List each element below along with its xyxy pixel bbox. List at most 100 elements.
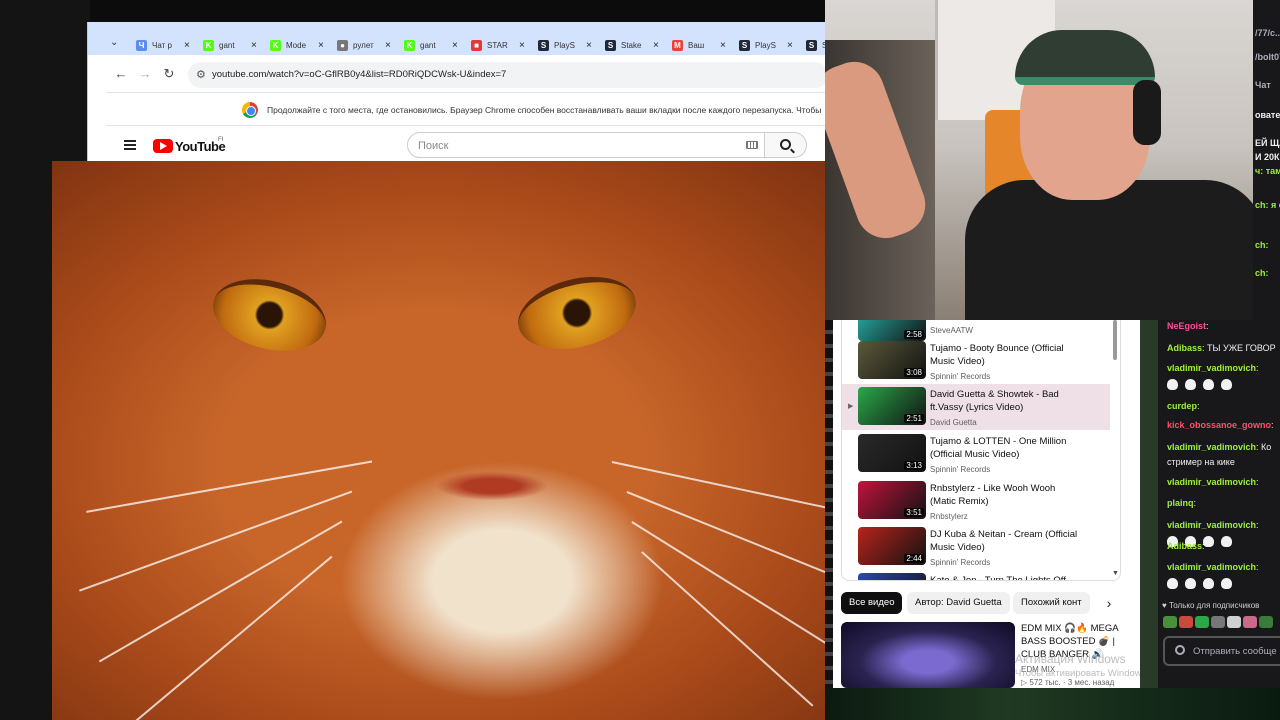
keyboard-icon[interactable] bbox=[746, 141, 758, 149]
chat-username[interactable]: curdep bbox=[1167, 401, 1197, 411]
playlist-thumbnail[interactable]: 2:44 bbox=[858, 527, 926, 565]
browser-tab[interactable]: Ч Чат р × bbox=[136, 36, 202, 55]
chat-message: Adibass: bbox=[1167, 541, 1205, 551]
playlist-item[interactable]: 3:08 Tujamo - Booty Bounce (Official Musi… bbox=[842, 338, 1110, 384]
playlist-channel[interactable]: David Guetta bbox=[930, 418, 977, 427]
recommended-thumbnail[interactable] bbox=[841, 622, 1015, 688]
video-duration: 2:51 bbox=[904, 414, 924, 423]
tab-close-icon[interactable]: × bbox=[318, 40, 324, 51]
tab-close-icon[interactable]: × bbox=[452, 40, 458, 51]
chat-username[interactable]: Adibass bbox=[1167, 343, 1202, 353]
duck-emote-icon bbox=[1203, 536, 1214, 548]
chat-username[interactable]: vladimir_vadimovich bbox=[1167, 363, 1256, 373]
duck-emote-icon bbox=[1185, 578, 1196, 590]
tab-close-icon[interactable]: × bbox=[251, 40, 257, 51]
browser-tab[interactable]: S PlayS × bbox=[538, 36, 604, 55]
chevron-right-icon[interactable]: › bbox=[1099, 592, 1119, 614]
playlist-title[interactable]: Kato & Jon - Turn The Lights Off bbox=[930, 574, 1078, 580]
video-duration: 3:13 bbox=[904, 461, 924, 470]
chat-username[interactable]: NeEgoist bbox=[1167, 321, 1206, 331]
tab-close-icon[interactable]: × bbox=[519, 40, 525, 51]
playlist-thumbnail[interactable] bbox=[858, 573, 926, 580]
video-duration: 3:51 bbox=[904, 508, 924, 517]
tab-close-icon[interactable]: × bbox=[586, 40, 592, 51]
chat-fragment: /77/c... bbox=[1255, 28, 1280, 38]
emote-icon[interactable] bbox=[1243, 616, 1257, 628]
tab-search-chevron-icon[interactable]: ⌄ bbox=[110, 37, 126, 53]
tab-close-icon[interactable]: × bbox=[720, 40, 726, 51]
browser-tab[interactable]: Kgant × bbox=[404, 36, 470, 55]
emote-icon[interactable] bbox=[1195, 616, 1209, 628]
chat-input[interactable]: Отправить сообще bbox=[1163, 636, 1280, 666]
chat-username[interactable]: vladimir_vadimovich bbox=[1167, 562, 1256, 572]
site-info-icon[interactable]: ⚙ bbox=[196, 68, 206, 81]
chat-username[interactable]: vladimir_vadimovich bbox=[1167, 477, 1256, 487]
scroll-down-icon[interactable]: ▼ bbox=[1112, 570, 1119, 577]
chat-message: curdep: bbox=[1167, 401, 1200, 411]
browser-tab[interactable]: ■ STAR × bbox=[471, 36, 537, 55]
playlist-item[interactable]: Kato & Jon - Turn The Lights Off bbox=[842, 570, 1110, 580]
chat-username[interactable]: vladimir_vadimovich bbox=[1167, 520, 1256, 530]
tab-close-icon[interactable]: × bbox=[787, 40, 793, 51]
browser-tab[interactable]: M Ваш × bbox=[672, 36, 738, 55]
tab-close-icon[interactable]: × bbox=[184, 40, 190, 51]
chat-panel-top: /77/c... /bolt07 Чат ователь ЕЙ ЩА И 20К ч: та… bbox=[1253, 0, 1280, 320]
playlist-title[interactable]: David Guetta & Showtek - Bad ft.Vassy (L… bbox=[930, 388, 1078, 414]
tab-close-icon[interactable]: × bbox=[653, 40, 659, 51]
playlist-thumbnail[interactable]: 3:51 bbox=[858, 481, 926, 519]
playlist-thumbnail[interactable]: 3:13 bbox=[858, 434, 926, 472]
emote-icon[interactable] bbox=[1163, 616, 1177, 628]
cat-whisker bbox=[86, 461, 373, 513]
tab-favicon-icon: Ч bbox=[136, 40, 147, 51]
video-player[interactable] bbox=[52, 161, 825, 720]
chip-related[interactable]: Похожий конт bbox=[1013, 592, 1090, 614]
tab-close-icon[interactable]: × bbox=[385, 40, 391, 51]
playlist-thumbnail[interactable]: 3:08 bbox=[858, 341, 926, 379]
emote-icon[interactable] bbox=[1211, 616, 1225, 628]
browser-tab[interactable]: ● рулет × bbox=[337, 36, 403, 55]
emote-icon[interactable] bbox=[1259, 616, 1273, 628]
duck-emote-icon bbox=[1167, 379, 1178, 391]
playlist-item[interactable]: 2:44 DJ Kuba & Neitan - Cream (Official M… bbox=[842, 524, 1110, 570]
chat-username[interactable]: vladimir_vadimovich bbox=[1167, 442, 1256, 452]
playlist-title[interactable]: Rnbstylerz - Like Wooh Wooh (Matic Remix… bbox=[930, 482, 1078, 508]
playlist-channel[interactable]: SteveAATW bbox=[930, 326, 973, 335]
browser-tab[interactable]: S PlayS × bbox=[739, 36, 805, 55]
playlist-item[interactable]: 3:13 Tujamo & LOTTEN - One Million (Offic… bbox=[842, 431, 1110, 477]
playlist-scrollbar[interactable] bbox=[1113, 320, 1117, 360]
chat-username[interactable]: plainq bbox=[1167, 498, 1194, 508]
reload-icon[interactable]: ↻ bbox=[162, 67, 176, 81]
browser-tab[interactable]: Kgant × bbox=[203, 36, 269, 55]
tab-favicon-icon: K bbox=[203, 40, 214, 51]
chat-settings-icon[interactable] bbox=[1175, 645, 1185, 655]
youtube-header: YouTube FI Поиск bbox=[106, 128, 826, 162]
forward-arrow-icon[interactable]: → bbox=[138, 67, 152, 81]
youtube-logo-icon[interactable] bbox=[153, 139, 173, 153]
chat-username[interactable]: kick_obossanoe_gowno bbox=[1167, 420, 1271, 430]
playlist-channel[interactable]: Spinnin' Records bbox=[930, 465, 990, 474]
browser-tab[interactable]: K Mode × bbox=[270, 36, 336, 55]
chat-username[interactable]: Adibass bbox=[1167, 541, 1202, 551]
search-button[interactable] bbox=[765, 132, 807, 158]
chat-fragment: ch: я е bbox=[1255, 200, 1280, 210]
address-bar[interactable]: ⚙ youtube.com/watch?v=oC-GflRB0y4&list=R… bbox=[188, 62, 828, 88]
emote-icon[interactable] bbox=[1227, 616, 1241, 628]
playlist-channel[interactable]: Spinnin' Records bbox=[930, 372, 990, 381]
menu-hamburger-icon[interactable] bbox=[124, 140, 136, 150]
playlist-channel[interactable]: Rnbstylerz bbox=[930, 512, 968, 521]
playlist-item[interactable]: ▶ 2:51 David Guetta & Showtek - Bad ft.Vas… bbox=[842, 384, 1110, 430]
chip-author[interactable]: Автор: David Guetta bbox=[907, 592, 1010, 614]
playlist-title[interactable]: DJ Kuba & Neitan - Cream (Official Music… bbox=[930, 528, 1078, 554]
playlist-title[interactable]: Tujamo & LOTTEN - One Million (Official … bbox=[930, 435, 1078, 461]
playlist-channel[interactable]: Spinnin' Records bbox=[930, 558, 990, 567]
playlist-thumbnail[interactable]: 2:51 bbox=[858, 387, 926, 425]
playlist-item[interactable]: 3:51 Rnbstylerz - Like Wooh Wooh (Matic R… bbox=[842, 478, 1110, 524]
emote-icon[interactable] bbox=[1179, 616, 1193, 628]
search-input[interactable]: Поиск bbox=[407, 132, 765, 158]
chip-all-videos[interactable]: Все видео bbox=[841, 592, 903, 614]
chat-text: : bbox=[1271, 420, 1274, 430]
back-arrow-icon[interactable]: ← bbox=[114, 67, 128, 81]
playlist-title[interactable]: Tujamo - Booty Bounce (Official Music Vi… bbox=[930, 342, 1078, 368]
chat-message: стример на кике bbox=[1167, 457, 1235, 467]
browser-tab[interactable]: S Stake × bbox=[605, 36, 671, 55]
